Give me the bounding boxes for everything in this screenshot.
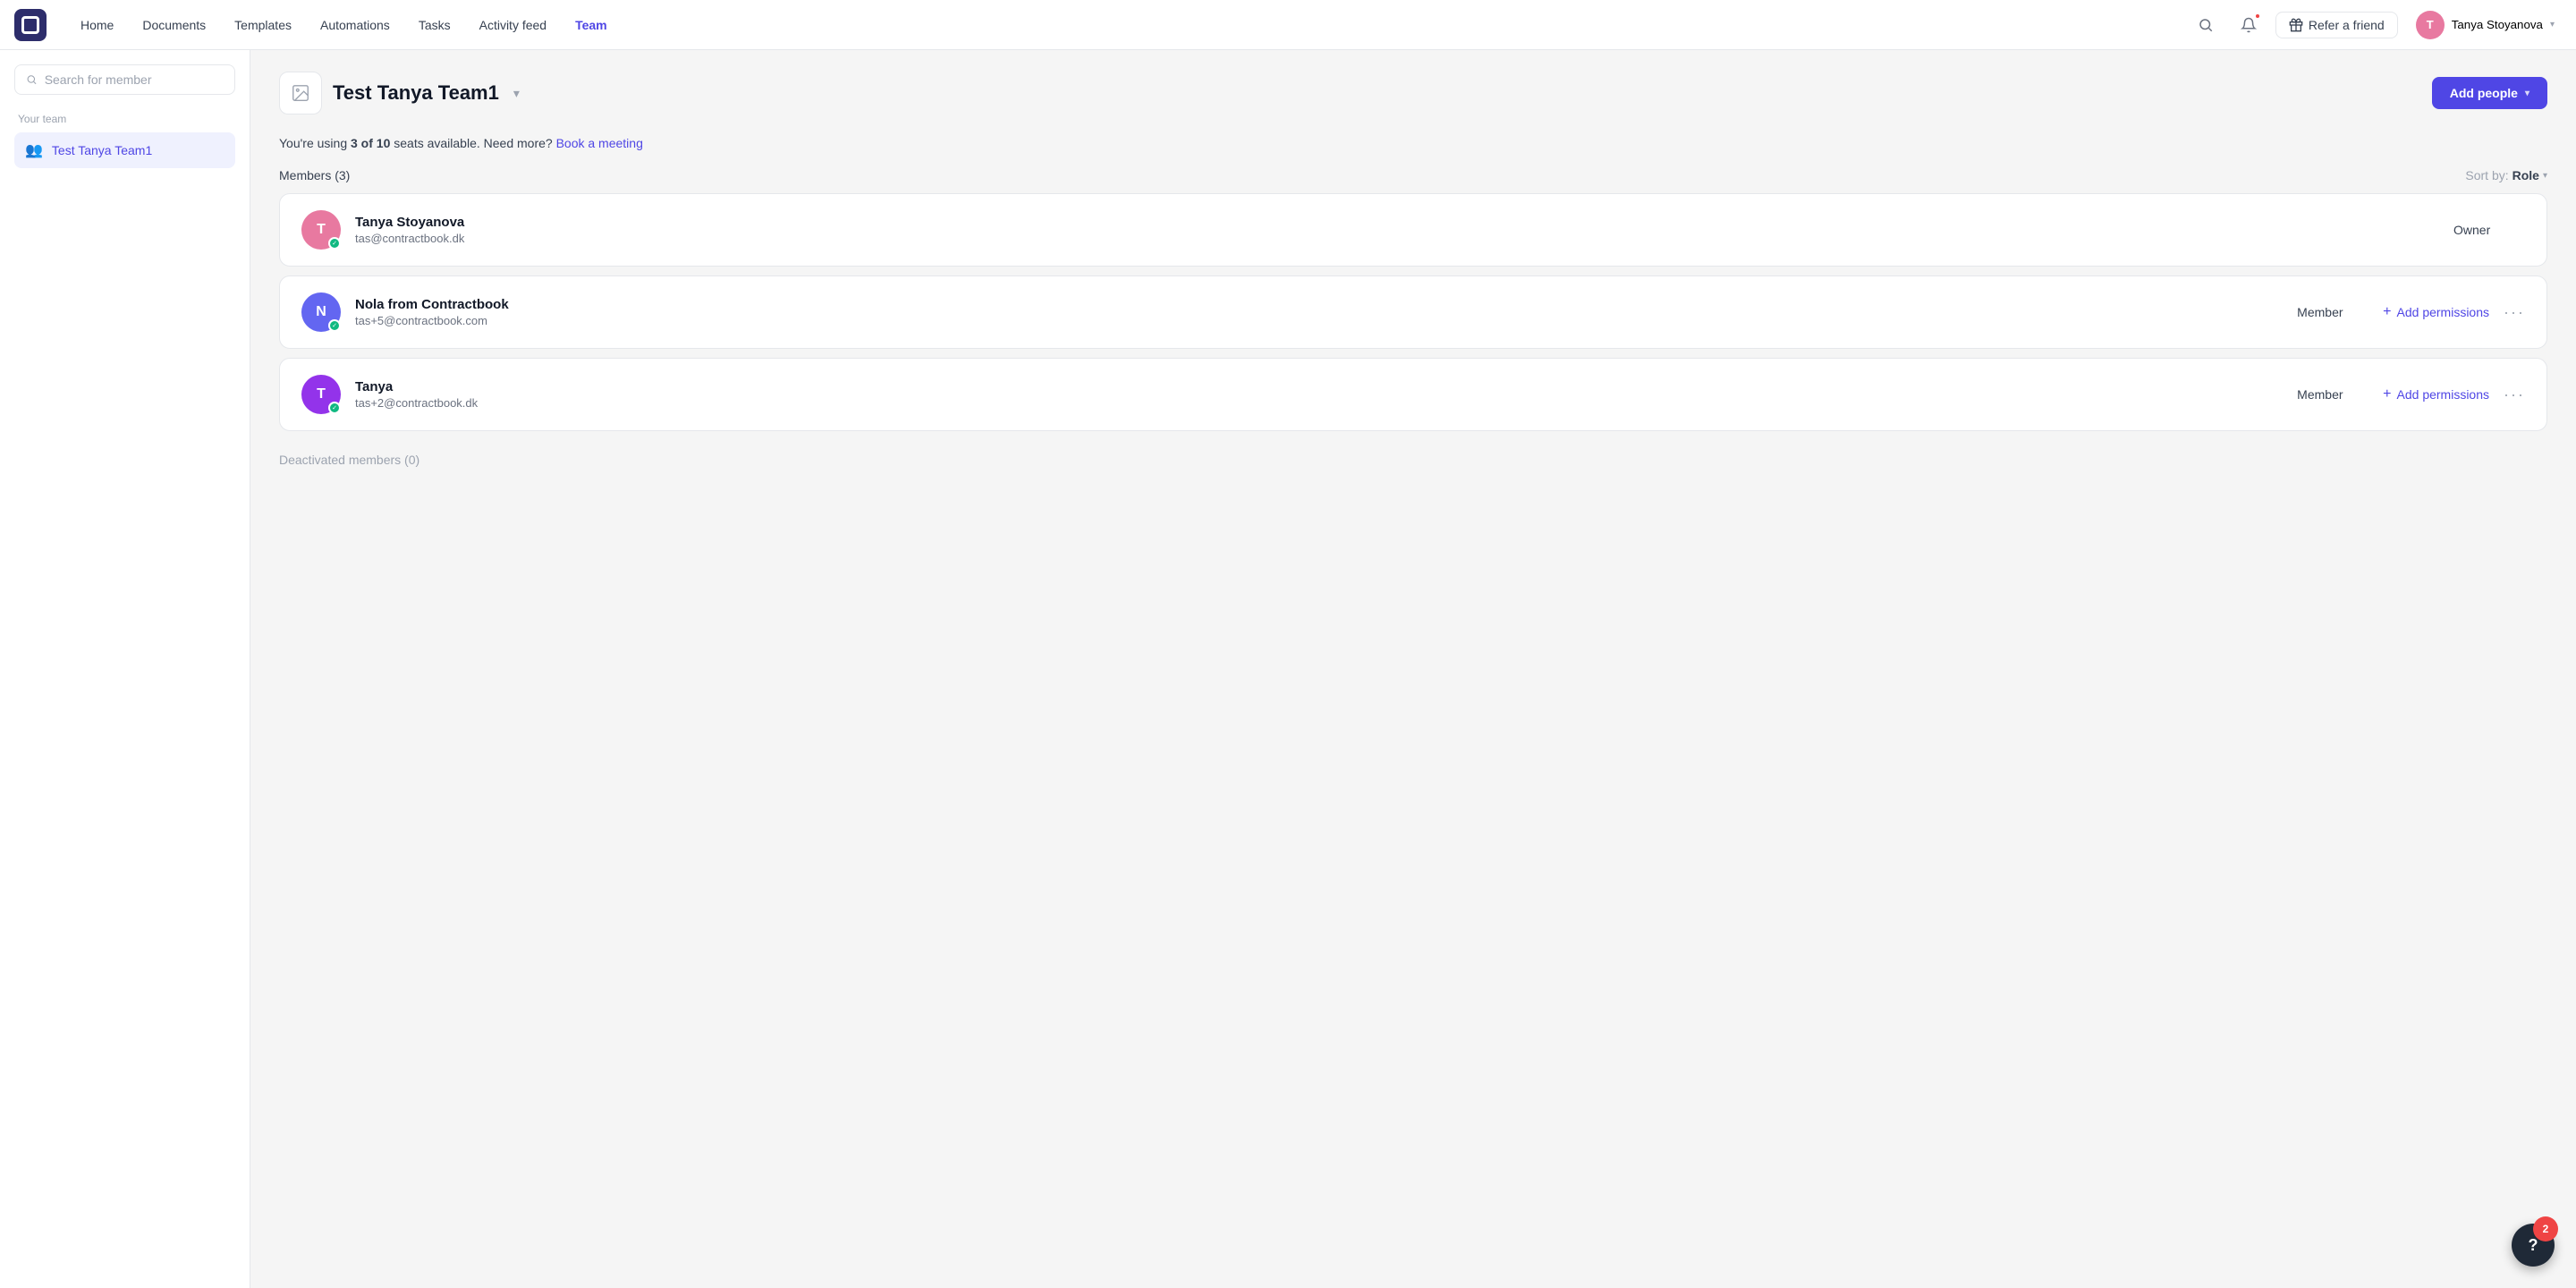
bell-icon <box>2241 17 2257 33</box>
plus-icon-3: + <box>2383 386 2391 402</box>
sort-by-value: Role <box>2512 168 2539 182</box>
add-permissions-label-2: Add permissions <box>2397 305 2490 319</box>
member-card-3: T Tanya tas+2@contractbook.dk Member + A… <box>279 358 2547 431</box>
member-info-1: Tanya Stoyanova tas@contractbook.dk <box>355 215 2439 245</box>
member-actions-3: + Add permissions ··· <box>2383 386 2525 404</box>
team-icon-box <box>279 72 322 114</box>
notification-badge <box>2254 13 2261 20</box>
more-options-button-3[interactable]: ··· <box>2504 386 2525 404</box>
add-permissions-label-3: Add permissions <box>2397 387 2490 402</box>
sidebar-item-label: Test Tanya Team1 <box>52 143 152 157</box>
member-info-3: Tanya tas+2@contractbook.dk <box>355 379 2283 410</box>
team-name-chevron[interactable]: ▾ <box>513 86 520 101</box>
team-title-area: Test Tanya Team1 ▾ <box>279 72 520 114</box>
user-name: Tanya Stoyanova <box>2452 18 2543 31</box>
main-header: Test Tanya Team1 ▾ Add people ▾ <box>279 72 2547 114</box>
user-avatar: T <box>2416 11 2445 39</box>
more-options-button-2[interactable]: ··· <box>2504 303 2525 322</box>
member-avatar-wrap-3: T <box>301 375 341 414</box>
nav-activity-feed[interactable]: Activity feed <box>467 13 559 38</box>
nav-links: Home Documents Templates Automations Tas… <box>68 13 2190 38</box>
nav-tasks[interactable]: Tasks <box>406 13 463 38</box>
online-badge-1 <box>328 237 341 250</box>
help-label: ? <box>2529 1236 2538 1255</box>
page-layout: Your team 👥 Test Tanya Team1 Test Tanya … <box>0 50 2576 1288</box>
add-people-chevron: ▾ <box>2525 89 2529 98</box>
member-name-3: Tanya <box>355 379 2283 394</box>
online-badge-3 <box>328 402 341 414</box>
team-name: Test Tanya Team1 <box>333 81 499 105</box>
gift-icon <box>2289 18 2303 32</box>
search-icon <box>2198 17 2214 33</box>
member-actions-2: + Add permissions ··· <box>2383 303 2525 322</box>
member-role-2: Member <box>2297 305 2368 319</box>
member-email-3: tas+2@contractbook.dk <box>355 396 2283 410</box>
seats-info: You're using 3 of 10 seats available. Ne… <box>279 136 2547 150</box>
member-email-1: tas@contractbook.dk <box>355 232 2439 245</box>
sort-by-control[interactable]: Sort by: Role ▾ <box>2465 168 2547 182</box>
search-box[interactable] <box>14 64 235 95</box>
member-name-2: Nola from Contractbook <box>355 297 2283 312</box>
sort-chevron: ▾ <box>2543 171 2547 181</box>
book-meeting-link[interactable]: Book a meeting <box>556 136 643 150</box>
app-logo[interactable] <box>14 9 47 41</box>
seats-used: 3 of 10 <box>351 136 390 150</box>
sidebar-section-label: Your team <box>14 113 235 125</box>
top-navigation: Home Documents Templates Automations Tas… <box>0 0 2576 50</box>
sidebar: Your team 👥 Test Tanya Team1 <box>0 50 250 1288</box>
add-people-button[interactable]: Add people ▾ <box>2432 77 2547 109</box>
help-notification-count: 2 <box>2533 1216 2558 1241</box>
help-area: ? 2 <box>2512 1224 2555 1267</box>
nav-documents[interactable]: Documents <box>130 13 218 38</box>
add-permissions-button-3[interactable]: + Add permissions <box>2383 386 2489 402</box>
sort-by-label: Sort by: <box>2465 168 2508 182</box>
search-icon <box>26 73 38 86</box>
search-input[interactable] <box>45 72 224 87</box>
member-role-3: Member <box>2297 387 2368 402</box>
image-icon <box>291 83 310 103</box>
member-info-2: Nola from Contractbook tas+5@contractboo… <box>355 297 2283 327</box>
nav-automations[interactable]: Automations <box>308 13 402 38</box>
seats-prefix: You're using <box>279 136 351 150</box>
user-menu-button[interactable]: T Tanya Stoyanova ▾ <box>2409 7 2562 43</box>
nav-templates[interactable]: Templates <box>222 13 304 38</box>
team-icon: 👥 <box>25 141 43 159</box>
member-name-1: Tanya Stoyanova <box>355 215 2439 230</box>
seats-suffix: seats available. Need more? <box>390 136 552 150</box>
nav-team[interactable]: Team <box>563 13 620 38</box>
plus-icon-2: + <box>2383 304 2391 320</box>
topnav-right-area: Refer a friend T Tanya Stoyanova ▾ <box>2190 7 2562 43</box>
nav-home[interactable]: Home <box>68 13 126 38</box>
online-badge-2 <box>328 319 341 332</box>
member-card-2: N Nola from Contractbook tas+5@contractb… <box>279 275 2547 349</box>
member-card-1: T Tanya Stoyanova tas@contractbook.dk Ow… <box>279 193 2547 267</box>
user-menu-chevron: ▾ <box>2550 20 2555 30</box>
refer-friend-button[interactable]: Refer a friend <box>2275 12 2398 38</box>
main-content: Test Tanya Team1 ▾ Add people ▾ You're u… <box>250 50 2576 1288</box>
member-avatar-wrap-1: T <box>301 210 341 250</box>
sidebar-item-team[interactable]: 👥 Test Tanya Team1 <box>14 132 235 168</box>
member-role-1: Owner <box>2453 223 2525 237</box>
member-email-2: tas+5@contractbook.com <box>355 314 2283 327</box>
member-avatar-wrap-2: N <box>301 292 341 332</box>
add-people-label: Add people <box>2450 86 2518 100</box>
add-permissions-button-2[interactable]: + Add permissions <box>2383 304 2489 320</box>
deactivated-label: Deactivated members (0) <box>279 453 2547 467</box>
search-button[interactable] <box>2190 9 2222 41</box>
members-count: Members (3) <box>279 168 350 182</box>
refer-friend-label: Refer a friend <box>2309 18 2385 32</box>
notifications-button[interactable] <box>2233 9 2265 41</box>
members-header: Members (3) Sort by: Role ▾ <box>279 168 2547 182</box>
